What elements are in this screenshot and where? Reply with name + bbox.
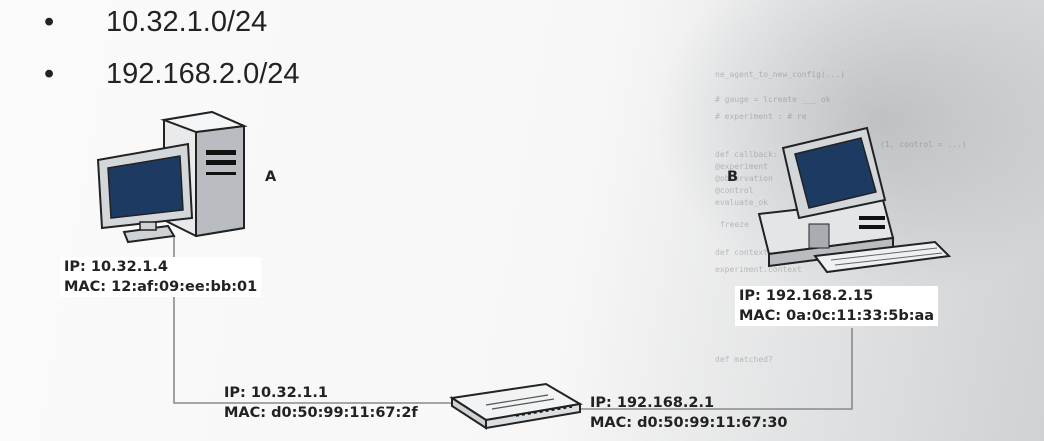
- host-a-mac: MAC: 12:af:09:ee:bb:01: [64, 279, 258, 295]
- router-right-mac: MAC: d0:50:99:11:67:30: [590, 415, 788, 431]
- host-b-address-label: IP: 192.168.2.15 MAC: 0a:0c:11:33:5b:aa: [735, 286, 939, 326]
- host-a-address-label: IP: 10.32.1.4 MAC: 12:af:09:ee:bb:01: [60, 257, 262, 297]
- computer-b-icon: [757, 126, 952, 274]
- host-a-ip: IP: 10.32.1.4: [64, 259, 168, 275]
- host-b-name: B: [727, 169, 739, 185]
- router-left-ip: IP: 10.32.1.1: [224, 385, 328, 401]
- router-right-address-label: IP: 192.168.2.1 MAC: d0:50:99:11:67:30: [590, 393, 788, 433]
- host-b-ip: IP: 192.168.2.15: [739, 288, 874, 304]
- router-left-address-label: IP: 10.32.1.1 MAC: d0:50:99:11:67:2f: [224, 383, 418, 423]
- router-icon: [449, 382, 583, 430]
- router-left-mac: MAC: d0:50:99:11:67:2f: [224, 405, 418, 421]
- router-right-ip: IP: 192.168.2.1: [590, 395, 715, 411]
- computer-a-icon: [96, 110, 248, 244]
- host-b-mac: MAC: 0a:0c:11:33:5b:aa: [739, 308, 935, 324]
- host-a-name: A: [265, 169, 277, 185]
